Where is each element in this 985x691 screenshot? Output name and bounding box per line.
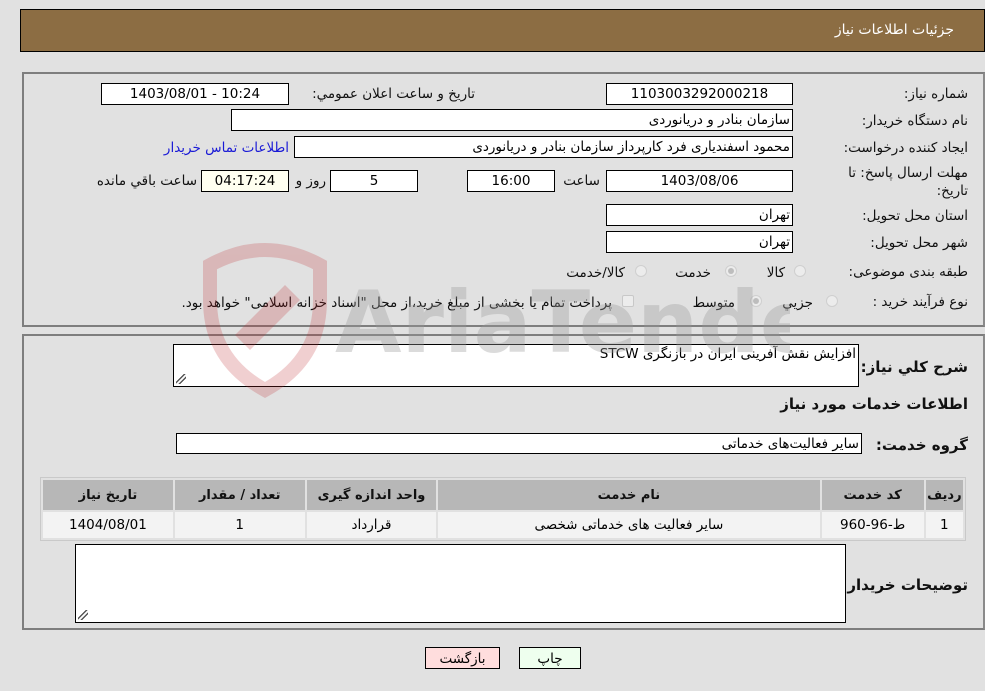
col-header-service-code: کد خدمت xyxy=(821,480,924,510)
cell-row-number: 1 xyxy=(925,512,963,538)
deadline-time-field[interactable]: 16:00 xyxy=(467,170,555,192)
cell-quantity: 1 xyxy=(174,512,305,538)
need-number-label: شماره نیاز: xyxy=(903,86,968,102)
page-title: جزئیات اطلاعات نیاز xyxy=(834,22,954,38)
description-textarea[interactable]: افزایش نقش آفرینی ایران در بازنگری STCW xyxy=(173,344,859,387)
buyer-notes-label: توضیحات خریدار: xyxy=(841,576,968,594)
description-text: افزایش نقش آفرینی ایران در بازنگری STCW xyxy=(599,346,856,362)
category-option-goods-service: کالا/خدمت xyxy=(566,265,625,281)
creator-field[interactable]: محمود اسفندیاری فرد کارپرداز سازمان بناد… xyxy=(294,136,793,158)
days-remaining-field[interactable]: 5 xyxy=(330,170,418,192)
col-header-service-name: نام خدمت xyxy=(438,480,820,510)
creator-label: ایجاد کننده درخواست: xyxy=(843,140,968,156)
table-header-row: رديف کد خدمت نام خدمت واحد اندازه گیری ت… xyxy=(43,480,963,510)
category-label: طبقه بندی موضوعی: xyxy=(848,264,968,280)
col-header-unit: واحد اندازه گیری xyxy=(306,480,437,510)
page-header: جزئیات اطلاعات نیاز xyxy=(20,9,985,52)
days-label: روز و xyxy=(295,173,326,189)
col-header-need-date: تاریخ نیاز xyxy=(43,480,173,510)
service-group-label: گروه خدمت: xyxy=(875,436,968,454)
col-header-quantity: تعداد / مقدار xyxy=(174,480,305,510)
category-radio-service[interactable] xyxy=(725,265,737,277)
cell-need-date: 1404/08/01 xyxy=(43,512,173,538)
remaining-time-label: ساعت باقي مانده xyxy=(96,173,197,189)
province-field[interactable]: تهران xyxy=(606,204,793,226)
announce-datetime-field[interactable]: 1403/08/01 - 10:24 xyxy=(101,83,289,105)
process-option-medium: متوسط xyxy=(692,295,735,311)
treasury-note: پرداخت تمام یا بخشی از مبلغ خرید،از محل … xyxy=(181,295,612,311)
process-radio-small[interactable] xyxy=(826,295,838,307)
category-option-goods: کالا xyxy=(766,265,785,281)
service-group-field[interactable]: سایر فعالیت‌های خدماتی xyxy=(176,433,862,454)
services-table: رديف کد خدمت نام خدمت واحد اندازه گیری ت… xyxy=(40,477,966,541)
print-button[interactable]: چاپ xyxy=(519,647,581,669)
cell-service-code: ط-96-960 xyxy=(821,512,924,538)
deadline-label: مهلت ارسال پاسخ: تا تاریخ: xyxy=(848,165,968,199)
col-header-row-number: رديف xyxy=(925,480,963,510)
remaining-time-field: 04:17:24 xyxy=(201,170,289,192)
category-option-service: خدمت xyxy=(675,265,711,281)
city-label: شهر محل تحویل: xyxy=(870,235,968,251)
announce-label: تاریخ و ساعت اعلان عمومي: xyxy=(312,86,475,102)
buyer-notes-textarea[interactable] xyxy=(75,544,846,623)
need-number-field[interactable]: 1103003292000218 xyxy=(606,83,793,105)
deadline-time-label: ساعت xyxy=(563,173,600,189)
process-radio-medium[interactable] xyxy=(750,295,762,307)
table-row: 1 ط-96-960 سایر فعالیت های خدماتی شخصی ق… xyxy=(43,512,963,538)
buyer-contact-link[interactable]: اطلاعات تماس خریدار xyxy=(164,140,289,156)
process-label: نوع فرآیند خرید : xyxy=(872,294,968,310)
buyer-org-field[interactable]: سازمان بنادر و دریانوردی xyxy=(231,109,793,131)
cell-unit: قرارداد xyxy=(306,512,437,538)
category-radio-goods[interactable] xyxy=(794,265,806,277)
province-label: استان محل تحویل: xyxy=(862,208,968,224)
process-option-small: جزیي xyxy=(782,295,813,311)
description-label: شرح كلي نياز: xyxy=(860,358,968,376)
services-heading: اطلاعات خدمات مورد نياز xyxy=(780,395,968,413)
category-radio-goods-service[interactable] xyxy=(635,265,647,277)
deadline-date-field[interactable]: 1403/08/06 xyxy=(606,170,793,192)
cell-service-name: سایر فعالیت های خدماتی شخصی xyxy=(438,512,820,538)
back-button[interactable]: بازگشت xyxy=(425,647,500,669)
resize-grip-icon[interactable] xyxy=(176,374,186,384)
resize-grip-icon[interactable] xyxy=(78,610,88,620)
buyer-org-label: نام دستگاه خریدار: xyxy=(861,113,968,129)
treasury-checkbox[interactable] xyxy=(622,295,634,307)
city-field[interactable]: تهران xyxy=(606,231,793,253)
